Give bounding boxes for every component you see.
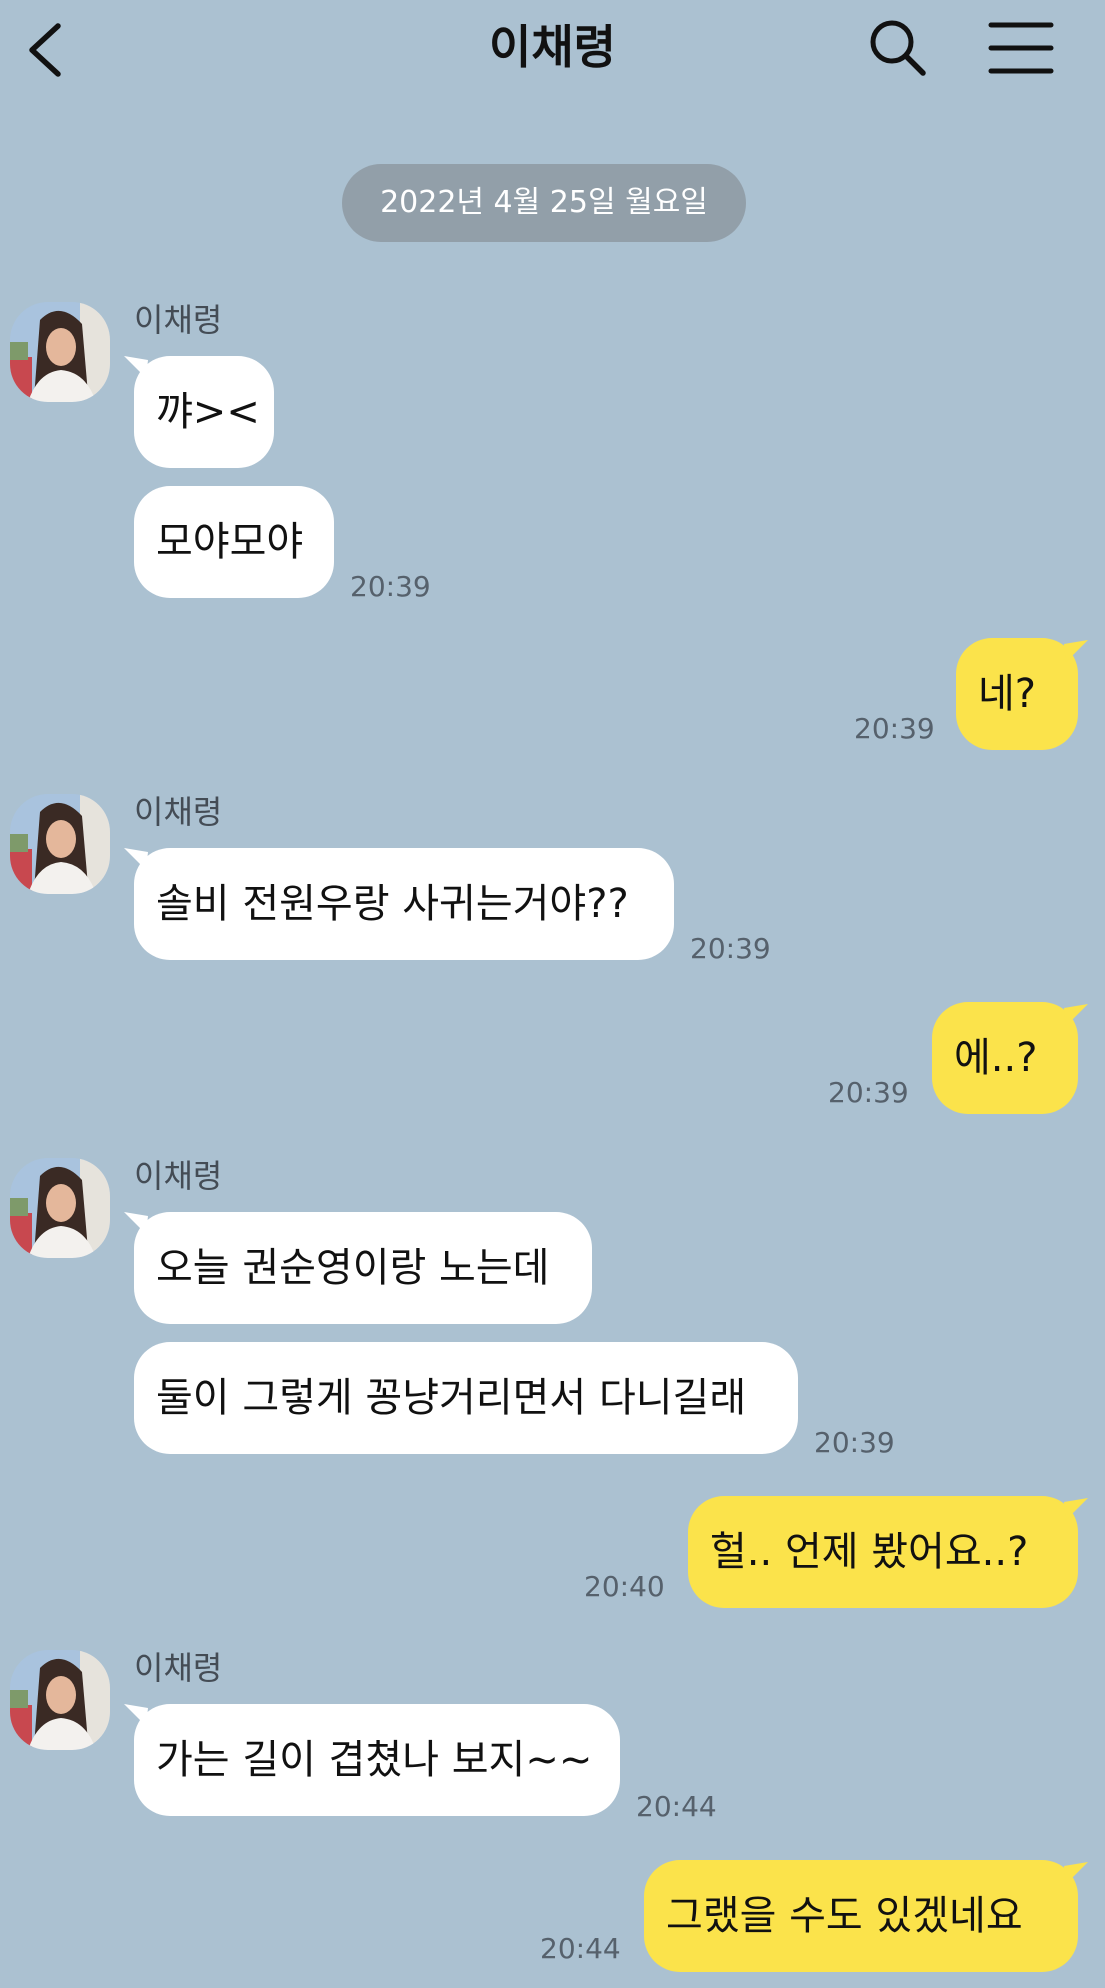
message-bubble[interactable]: 둘이 그렇게 꽁냥거리면서 다니길래 (134, 1342, 798, 1454)
sender-name: 이채령 (134, 1649, 223, 1687)
date-separator: 2022년 4월 25일 월요일 (342, 164, 746, 242)
my-message-bubble[interactable]: 에..? (932, 1002, 1078, 1114)
message-bubble[interactable]: 가는 길이 겹쳤나 보지~~ (134, 1704, 620, 1816)
message-bubble[interactable]: 솔비 전원우랑 사귀는거야?? (134, 848, 674, 960)
hamburger-menu-icon (988, 22, 1054, 74)
sender-name: 이채령 (134, 301, 223, 339)
my-message-bubble[interactable]: 네? (956, 638, 1078, 750)
message-time: 20:39 (828, 1076, 909, 1109)
chat-header: 이채령 (0, 0, 1105, 100)
menu-button[interactable] (988, 20, 1054, 76)
message-time: 20:39 (854, 712, 935, 745)
profile-photo (10, 1158, 110, 1258)
profile-photo (10, 302, 110, 402)
message-time: 20:40 (584, 1570, 665, 1603)
sender-name: 이채령 (134, 1157, 223, 1195)
message-bubble[interactable]: 모야모야 (134, 486, 334, 598)
message-time: 20:39 (350, 570, 431, 603)
message-bubble[interactable]: 오늘 권순영이랑 노는데 (134, 1212, 592, 1324)
avatar[interactable] (10, 302, 110, 402)
bubble-tail (1064, 1862, 1088, 1884)
message-time: 20:44 (636, 1790, 717, 1823)
bubble-tail (1064, 1498, 1088, 1520)
chat-title: 이채령 (489, 20, 616, 74)
message-bubble[interactable]: 꺄>< (134, 356, 274, 468)
my-message-bubble[interactable]: 헐.. 언제 봤어요..? (688, 1496, 1078, 1608)
message-time: 20:39 (690, 932, 771, 965)
sender-name: 이채령 (134, 793, 223, 831)
profile-photo (10, 1650, 110, 1750)
my-message-bubble[interactable]: 그랬을 수도 있겠네요 (644, 1860, 1078, 1972)
avatar[interactable] (10, 1158, 110, 1258)
profile-photo (10, 794, 110, 894)
search-button[interactable] (868, 18, 928, 78)
bubble-tail (1064, 640, 1088, 662)
bubble-tail (1064, 1004, 1088, 1026)
avatar[interactable] (10, 794, 110, 894)
message-time: 20:44 (540, 1932, 621, 1965)
message-time: 20:39 (814, 1426, 895, 1459)
avatar[interactable] (10, 1650, 110, 1750)
search-icon (870, 20, 926, 76)
